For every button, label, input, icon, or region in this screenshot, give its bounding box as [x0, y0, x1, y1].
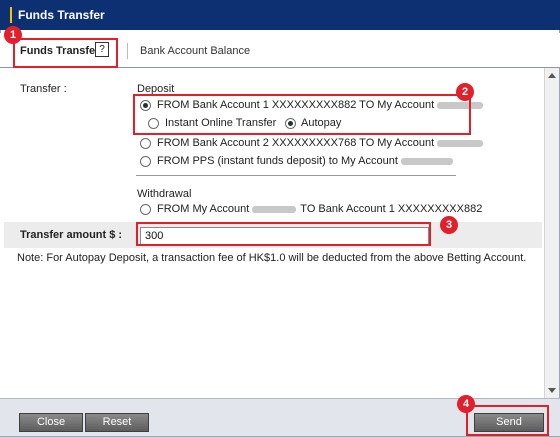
section-divider [136, 175, 456, 176]
scroll-up-icon[interactable] [548, 73, 556, 78]
annotation-badge-1: 1 [4, 26, 22, 44]
masked-account [400, 157, 453, 165]
highlight-deposit-option [133, 94, 471, 135]
radio-withdraw[interactable] [140, 204, 151, 215]
reset-button[interactable]: Reset [85, 413, 149, 432]
title-accent [10, 7, 12, 23]
option-withdraw: FROM My Account TO Bank Account 1 XXXXXXX… [157, 203, 483, 215]
radio-from-pps[interactable] [140, 156, 151, 167]
masked-account [437, 139, 484, 147]
amount-label: Transfer amount $ : [20, 229, 123, 241]
option-from-pps: FROM PPS (instant funds deposit) to My A… [157, 155, 453, 167]
annotation-badge-3: 3 [440, 216, 458, 234]
scrollbar[interactable] [544, 68, 559, 398]
transfer-label: Transfer : [20, 83, 67, 95]
annotation-badge-4: 4 [457, 395, 475, 413]
radio-from-bank2[interactable] [140, 138, 151, 149]
scroll-down-icon[interactable] [548, 388, 556, 393]
highlight-funds-transfer [13, 38, 118, 68]
fee-note: Note: For Autopay Deposit, a transaction… [17, 252, 527, 264]
window-title: Funds Transfer [18, 8, 105, 22]
tab-bank-account-balance[interactable]: Bank Account Balance [140, 45, 250, 57]
annotation-badge-2: 2 [456, 83, 474, 101]
option-from-bank2: FROM Bank Account 2 XXXXXXXXX768 TO My A… [157, 137, 484, 149]
tab-divider [127, 43, 128, 59]
highlight-send [466, 405, 549, 436]
highlight-amount [136, 222, 431, 246]
masked-account [252, 205, 297, 213]
close-button[interactable]: Close [19, 413, 83, 432]
withdrawal-header: Withdrawal [137, 188, 192, 200]
title-bar: Funds Transfer [0, 0, 560, 30]
